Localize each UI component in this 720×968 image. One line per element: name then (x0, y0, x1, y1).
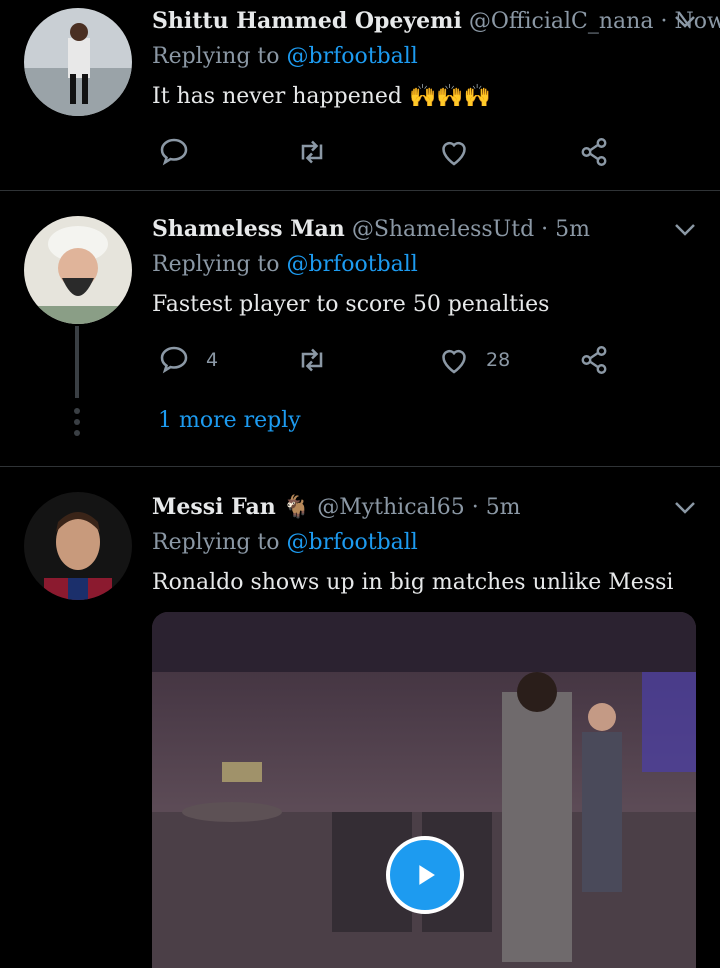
replying-prefix: Replying to (152, 530, 280, 555)
separator: · (541, 217, 549, 242)
raised-hands-emoji: 🙌🙌🙌 (408, 84, 492, 109)
reply-button[interactable]: 4 (156, 340, 218, 380)
timestamp[interactable]: 5m (555, 217, 590, 242)
chevron-down-icon[interactable] (672, 494, 698, 520)
like-icon (442, 141, 466, 166)
tweet-header: Shameless Man @ShamelessUtd · 5m (152, 216, 590, 242)
like-count: 28 (486, 349, 511, 371)
tweet-header: Shittu Hammed Opeyemi @OfficialC_nana · … (152, 8, 720, 34)
tweet-text: It has never happened 🙌🙌🙌 (152, 84, 491, 109)
tweet-text: Fastest player to score 50 penalties (152, 292, 550, 317)
play-button[interactable] (386, 836, 464, 914)
user-handle[interactable]: @ShamelessUtd (352, 217, 534, 242)
divider (0, 466, 720, 467)
replying-to: Replying to @brfootball (152, 530, 418, 555)
like-button[interactable] (436, 132, 472, 172)
timestamp[interactable]: 5m (486, 495, 521, 520)
reply-icon (160, 346, 188, 374)
tweet-header: Messi Fan 🐐 @Mythical65 · 5m (152, 494, 521, 520)
replying-to: Replying to @brfootball (152, 44, 418, 69)
share-button[interactable] (576, 340, 612, 380)
avatar[interactable] (24, 216, 132, 324)
user-handle[interactable]: @Mythical65 (317, 495, 464, 520)
mention-link[interactable]: @brfootball (287, 252, 418, 277)
goat-emoji: 🐐 (282, 495, 311, 520)
video-thumbnail[interactable] (152, 612, 696, 968)
reply-button[interactable] (156, 132, 192, 172)
retweet-icon (301, 140, 323, 164)
avatar[interactable] (24, 8, 132, 116)
chevron-down-icon[interactable] (672, 216, 698, 242)
share-icon (581, 138, 607, 166)
separator: · (471, 495, 479, 520)
replying-prefix: Replying to (152, 44, 280, 69)
retweet-icon (301, 348, 323, 372)
user-handle[interactable]: @OfficialC_nana (469, 9, 654, 34)
separator: · (660, 9, 668, 34)
thread-line (75, 326, 79, 398)
display-name[interactable]: Shameless Man (152, 216, 345, 242)
chevron-down-icon[interactable] (672, 8, 698, 34)
tweet-actions (152, 132, 622, 172)
mention-link[interactable]: @brfootball (287, 44, 418, 69)
tweet-actions: 4 28 (152, 340, 622, 380)
mention-link[interactable]: @brfootball (287, 530, 418, 555)
avatar[interactable] (24, 492, 132, 600)
play-icon (419, 865, 435, 885)
display-name[interactable]: Shittu Hammed Opeyemi (152, 8, 462, 34)
like-icon (442, 349, 466, 374)
thread-dots (73, 408, 81, 441)
share-icon (581, 346, 607, 374)
display-name[interactable]: Messi Fan (152, 494, 276, 520)
like-button[interactable]: 28 (436, 340, 510, 380)
reply-icon (160, 138, 188, 166)
reply-count: 4 (206, 349, 219, 371)
tweet-text-content: It has never happened (152, 84, 402, 109)
replying-prefix: Replying to (152, 252, 280, 277)
more-replies-link[interactable]: 1 more reply (158, 408, 301, 433)
tweet-text: Ronaldo shows up in big matches unlike M… (152, 570, 674, 595)
retweet-button[interactable] (294, 132, 330, 172)
divider (0, 190, 720, 191)
share-button[interactable] (576, 132, 612, 172)
replying-to: Replying to @brfootball (152, 252, 418, 277)
retweet-button[interactable] (294, 340, 330, 380)
